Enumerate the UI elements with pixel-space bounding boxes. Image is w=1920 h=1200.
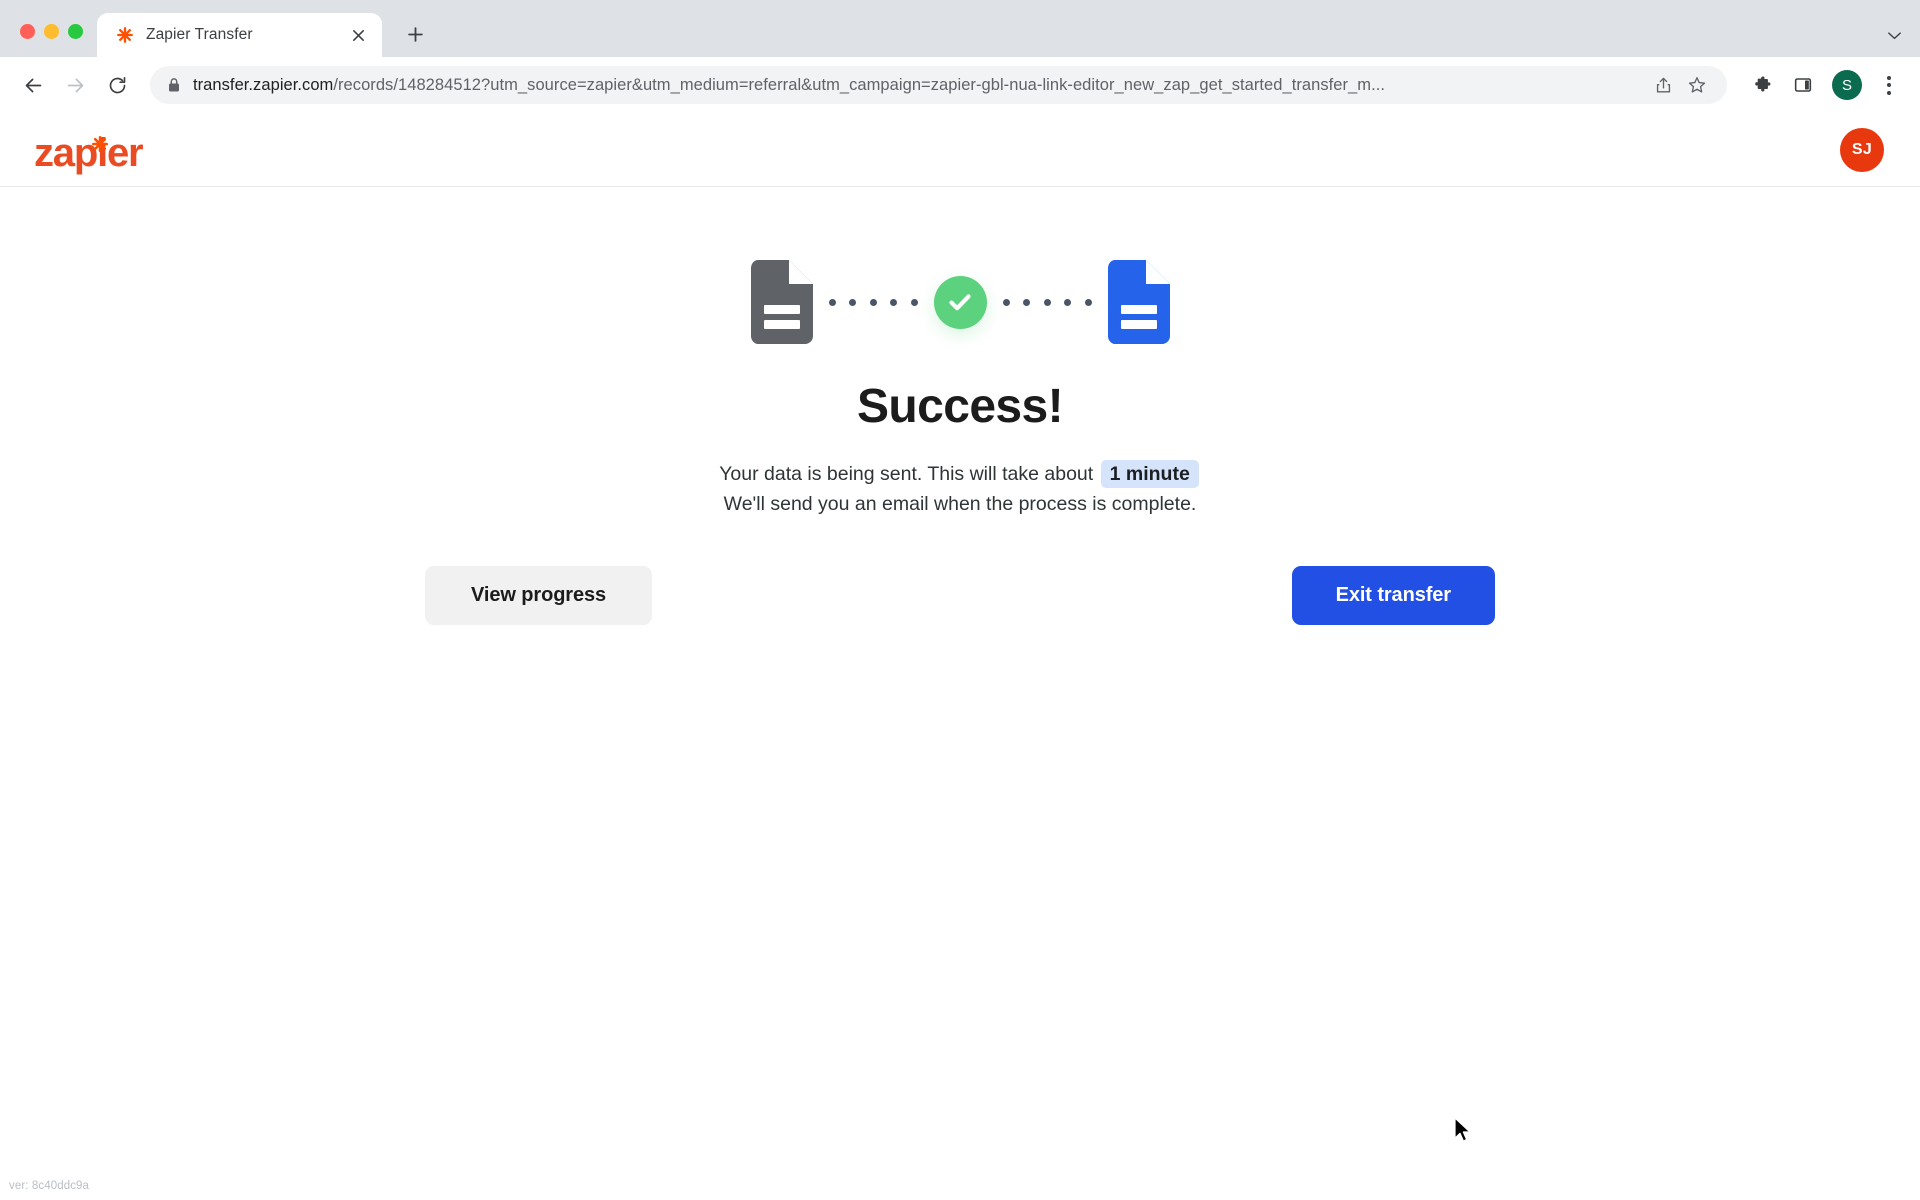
check-circle-icon — [933, 275, 987, 329]
success-panel: Success! Your data is being sent. This w… — [0, 187, 1920, 626]
chrome-profile-avatar[interactable]: S — [1832, 70, 1862, 100]
zapier-asterisk-icon — [91, 120, 109, 152]
close-icon[interactable] — [346, 23, 370, 47]
exit-transfer-button[interactable]: Exit transfer — [1291, 566, 1495, 626]
transfer-graphic — [750, 247, 1170, 357]
tab-list-menu-button[interactable] — [1885, 26, 1920, 57]
address-bar[interactable]: transfer.zapier.com/records/148284512?ut… — [150, 66, 1727, 104]
status-line1-text: Your data is being sent. This will take … — [719, 463, 1094, 485]
toolbar-right-actions: S — [1739, 66, 1906, 104]
close-window-button[interactable] — [20, 24, 35, 39]
puzzle-piece-icon[interactable] — [1743, 66, 1781, 104]
star-icon[interactable] — [1681, 69, 1713, 101]
status-description: Your data is being sent. This will take … — [719, 460, 1201, 519]
back-arrow-icon[interactable] — [14, 66, 52, 104]
side-panel-icon[interactable] — [1784, 66, 1822, 104]
minimize-window-button[interactable] — [44, 24, 59, 39]
share-icon[interactable] — [1647, 69, 1679, 101]
url-text: transfer.zapier.com/records/148284512?ut… — [193, 76, 1635, 95]
browser-toolbar: transfer.zapier.com/records/148284512?ut… — [0, 57, 1920, 113]
new-tab-button[interactable] — [398, 17, 432, 51]
estimated-time-badge: 1 minute — [1100, 460, 1199, 488]
mouse-cursor — [1454, 1117, 1474, 1145]
progress-dots-left — [813, 298, 934, 306]
source-document-icon — [750, 260, 813, 344]
app-header: zapier SJ — [0, 113, 1920, 187]
url-host: transfer.zapier.com — [193, 75, 334, 94]
page-title: Success! — [857, 380, 1064, 433]
view-progress-button[interactable]: View progress — [425, 566, 653, 626]
progress-dots-right — [987, 298, 1108, 306]
destination-document-icon — [1107, 260, 1170, 344]
lock-icon — [167, 77, 181, 93]
action-buttons: View progress Exit transfer — [425, 566, 1495, 626]
status-line2-text: We'll send you an email when the process… — [723, 492, 1197, 515]
url-path: /records/148284512?utm_source=zapier&utm… — [333, 75, 1385, 94]
zapier-asterisk-icon — [115, 26, 134, 45]
tab-title: Zapier Transfer — [146, 26, 253, 43]
page-viewport: zapier SJ Success! Your data is being se… — [0, 113, 1920, 1200]
omnibox-actions — [1647, 69, 1713, 101]
browser-window: Zapier Transfer transfer.zapier.com/reco… — [0, 0, 1920, 1200]
reload-icon[interactable] — [98, 66, 136, 104]
three-dot-menu-icon[interactable] — [1872, 68, 1906, 102]
zapier-logo[interactable]: zapier — [34, 127, 144, 175]
chevron-down-icon — [1888, 32, 1901, 40]
browser-tab-zapier-transfer[interactable]: Zapier Transfer — [97, 13, 382, 57]
maximize-window-button[interactable] — [68, 24, 83, 39]
window-traffic-lights — [16, 24, 97, 57]
forward-arrow-icon[interactable] — [56, 66, 94, 104]
zapier-logo-text: zapier — [34, 130, 144, 175]
tab-strip: Zapier Transfer — [0, 0, 1920, 57]
avatar[interactable]: SJ — [1840, 127, 1884, 172]
version-label: ver: 8c40ddc9a — [9, 1180, 90, 1192]
